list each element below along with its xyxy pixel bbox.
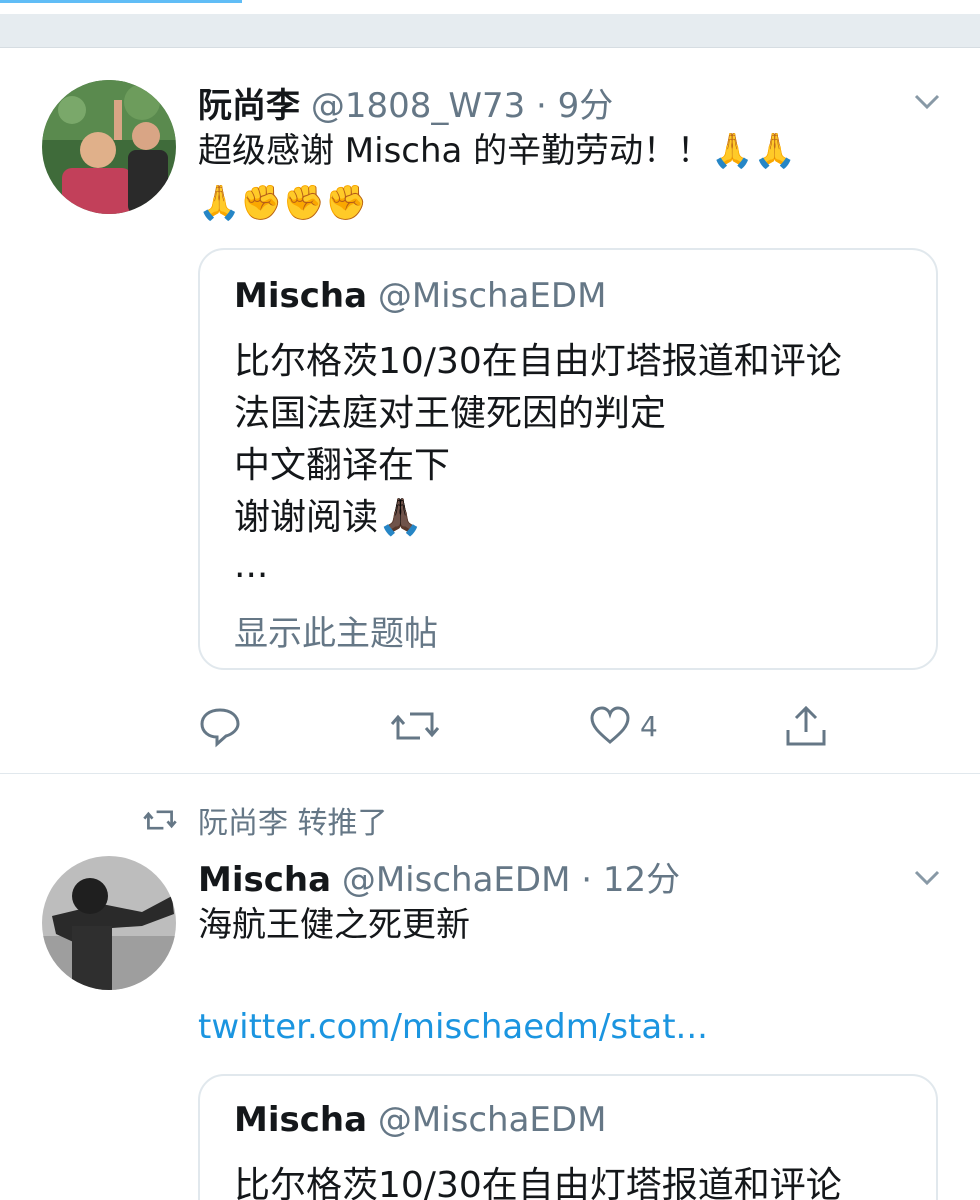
tweet-time[interactable]: · 12分: [581, 860, 680, 900]
tweet-text: 海航王健之死更新: [198, 905, 470, 945]
author-name[interactable]: Mischa: [198, 860, 331, 900]
quoted-author-handle: @MischaEDM: [377, 1100, 607, 1140]
avatar[interactable]: [42, 856, 176, 990]
avatar-image: [42, 856, 176, 990]
author-handle[interactable]: @MischaEDM: [342, 860, 571, 900]
quoted-author-name: Mischa: [234, 1100, 368, 1140]
quoted-tweet-header: Mischa @MischaEDM: [234, 1100, 606, 1140]
tweet-2[interactable]: Mischa @MischaEDM · 12分 海航王健之死更新 twitter…: [0, 0, 980, 1200]
chevron-down-icon[interactable]: [910, 860, 944, 894]
tweet-header: Mischa @MischaEDM · 12分: [198, 852, 680, 901]
quoted-text-line-1: 比尔格茨10/30在自由灯塔报道和评论: [234, 1165, 842, 1200]
quoted-tweet[interactable]: Mischa @MischaEDM 比尔格茨10/30在自由灯塔报道和评论: [198, 1074, 938, 1200]
tweet-link[interactable]: twitter.com/mischaedm/stat...: [198, 1000, 708, 1054]
